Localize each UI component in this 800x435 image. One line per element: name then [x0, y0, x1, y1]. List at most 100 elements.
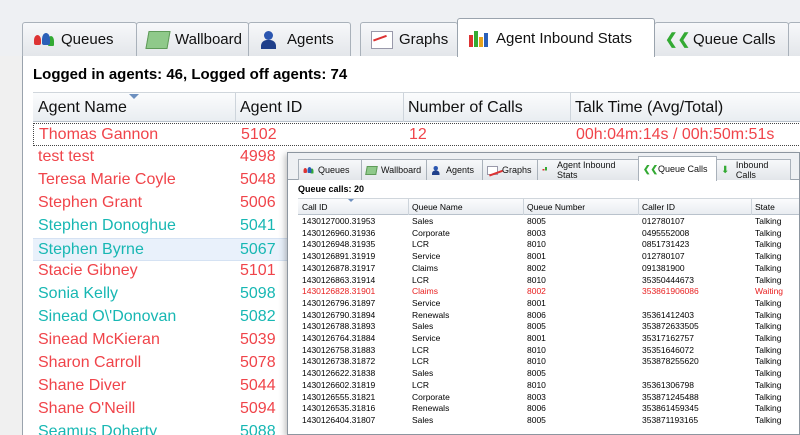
- queue-name: Sales: [412, 321, 434, 332]
- wallboard-icon: [365, 165, 378, 175]
- tab-queue-calls[interactable]: ❮❮ Queue Calls: [654, 22, 789, 56]
- call-state: Talking: [755, 251, 782, 262]
- call-state: Talking: [755, 321, 782, 332]
- tab-label: Graphs: [502, 165, 532, 175]
- overlay-tab-queues[interactable]: Queues: [298, 159, 362, 180]
- call-row[interactable]: 1430126738.31872 LCR 8010 353878255620 Talki…: [298, 356, 799, 368]
- queue-name: Corporate: [412, 227, 450, 238]
- overlay-tab-queue-calls[interactable]: ❮❮ Queue Calls: [638, 156, 717, 181]
- tab-more[interactable]: [788, 22, 800, 56]
- call-row[interactable]: 1430126796.31897 Service 8001 Talking: [298, 297, 799, 310]
- column-header-queue-name[interactable]: Queue Name: [412, 202, 463, 212]
- queue-name: LCR: [412, 239, 430, 250]
- agent-id: 5102: [241, 126, 277, 143]
- tab-agents[interactable]: Agents: [248, 22, 351, 56]
- call-id: 1430126891.31919: [302, 251, 376, 262]
- call-state: Talking: [755, 262, 782, 273]
- call-id: 1430126948.31935: [302, 239, 376, 250]
- agent-id: 5067: [240, 240, 276, 258]
- agent-id: 5048: [240, 170, 276, 188]
- call-row[interactable]: 1430126960.31936 Corporate 8003 0495552008 T…: [298, 227, 799, 240]
- agent-summary: Logged in agents: 46, Logged off agents:…: [33, 66, 348, 83]
- call-row[interactable]: 1430126948.31935 LCR 8010 0851731423 Talking: [298, 239, 799, 251]
- caller-id: 35350444673: [642, 274, 695, 285]
- queue-number: 8003: [527, 391, 546, 402]
- call-id: 1430126758.31883: [302, 344, 376, 355]
- call-state: Talking: [755, 391, 782, 402]
- queue-number: 8010: [527, 356, 546, 367]
- call-id: 1430126404.31807: [302, 414, 376, 425]
- call-row[interactable]: 1430127000.31953 Sales 8005 012780107 Talkin…: [298, 216, 799, 228]
- call-row[interactable]: 1430126555.31821 Corporate 8003 35387124548…: [298, 391, 799, 404]
- tab-label: Queues: [61, 31, 114, 48]
- call-row[interactable]: 1430126535.31816 Renewals 8006 353861459345…: [298, 403, 799, 415]
- call-row[interactable]: 1430126764.31884 Service 8001 35317162757 Ta…: [298, 333, 799, 345]
- caller-id: 353861459345: [642, 403, 699, 414]
- caller-id: 35361306798: [642, 379, 695, 390]
- column-header-agent-name[interactable]: Agent Name: [38, 99, 127, 117]
- queue-number: 8006: [527, 403, 546, 414]
- call-state: Talking: [755, 368, 782, 379]
- tab-label: Wallboard: [175, 31, 242, 48]
- call-id: 1430127000.31953: [302, 216, 376, 226]
- column-header-state[interactable]: State: [755, 202, 775, 212]
- call-id: 1430126764.31884: [302, 333, 376, 343]
- agent-id: 5006: [240, 193, 276, 211]
- call-row[interactable]: 1430126891.31919 Service 8001 012780107 Talk…: [298, 251, 799, 263]
- column-header-caller-id[interactable]: Caller ID: [642, 202, 675, 212]
- call-row[interactable]: 1430126788.31893 Sales 8005 353872633505 Tal…: [298, 321, 799, 333]
- column-header-call-id[interactable]: Call ID: [302, 202, 328, 212]
- tab-label: Queue Calls: [693, 31, 776, 48]
- call-state: Talking: [755, 309, 782, 320]
- inbound-stats-icon: [468, 29, 490, 47]
- call-id: 1430126790.31894: [302, 309, 376, 320]
- agent-name: test test: [38, 147, 95, 165]
- call-state: Talking: [755, 274, 782, 285]
- call-id: 1430126738.31872: [302, 356, 376, 367]
- tab-wallboard[interactable]: Wallboard: [136, 22, 249, 56]
- call-row[interactable]: 1430126622.31838 Sales 8005 Talking: [298, 368, 799, 380]
- queue-number: 8010: [527, 239, 546, 250]
- agent-id: 5078: [240, 354, 276, 371]
- agent-name: Stephen Donoghue: [38, 216, 176, 234]
- call-id: 1430126863.31914: [302, 274, 376, 285]
- overlay-tab-inbound-calls[interactable]: Inbound Calls: [716, 159, 791, 180]
- tab-agent-inbound-stats[interactable]: Agent Inbound Stats: [457, 18, 655, 57]
- caller-id: 353861906086: [642, 286, 699, 297]
- call-state: Waiting: [755, 286, 784, 297]
- call-row[interactable]: 1430126602.31819 LCR 8010 35361306798 Talkin…: [298, 379, 799, 392]
- call-row[interactable]: 1430126790.31894 Renewals 8006 35361412403 T…: [298, 309, 799, 322]
- agent-row[interactable]: Thomas Gannon 5102 12 00h:04m:14s / 00h:50m…: [33, 123, 800, 146]
- agent-name: Sinead O\'Donovan: [38, 308, 177, 326]
- queue-number: 8003: [527, 227, 546, 238]
- caller-id: 353871193165: [642, 414, 699, 425]
- call-state: Talking: [755, 379, 782, 390]
- caller-id: 091381900: [642, 262, 685, 273]
- call-row[interactable]: 1430126404.31807 Sales 8005 353871193165 Tal…: [298, 414, 799, 427]
- call-id: 1430126796.31897: [302, 297, 376, 308]
- overlay-tab-agent-inbound-stats[interactable]: Agent Inbound Stats: [537, 159, 639, 180]
- overlay-tab-wallboard[interactable]: Wallboard: [361, 159, 427, 180]
- tab-graphs[interactable]: Graphs: [360, 22, 458, 56]
- queue-name: LCR: [412, 356, 430, 367]
- call-row[interactable]: 1430126828.31901 Claims 8002 353861906086 Wa…: [298, 286, 799, 298]
- agent-id: 5039: [240, 331, 276, 349]
- call-id: 1430126828.31901: [302, 286, 376, 297]
- queue-number: 8005: [527, 368, 546, 379]
- column-header-talk-time[interactable]: Talk Time (Avg/Total): [575, 99, 723, 117]
- sort-indicator-icon: [348, 199, 354, 202]
- column-header-queue-number[interactable]: Queue Number: [527, 202, 585, 212]
- call-state: Talking: [755, 333, 782, 343]
- overlay-tab-agents[interactable]: Agents: [426, 159, 483, 180]
- column-header-agent-id[interactable]: Agent ID: [240, 99, 302, 117]
- queue-number: 8002: [527, 286, 546, 297]
- overlay-tab-graphs[interactable]: Graphs: [482, 159, 538, 180]
- call-row[interactable]: 1430126878.31917 Claims 8002 091381900 Talki…: [298, 262, 799, 275]
- queue-number: 8006: [527, 309, 546, 320]
- tab-queues[interactable]: Queues: [22, 22, 137, 56]
- caller-id: 012780107: [642, 216, 685, 226]
- column-header-number-of-calls[interactable]: Number of Calls: [408, 99, 523, 117]
- call-row[interactable]: 1430126863.31914 LCR 8010 35350444673 Talkin…: [298, 274, 799, 287]
- call-row[interactable]: 1430126758.31883 LCR 8010 35351646072 Talkin…: [298, 344, 799, 357]
- caller-id: 35351646072: [642, 344, 695, 355]
